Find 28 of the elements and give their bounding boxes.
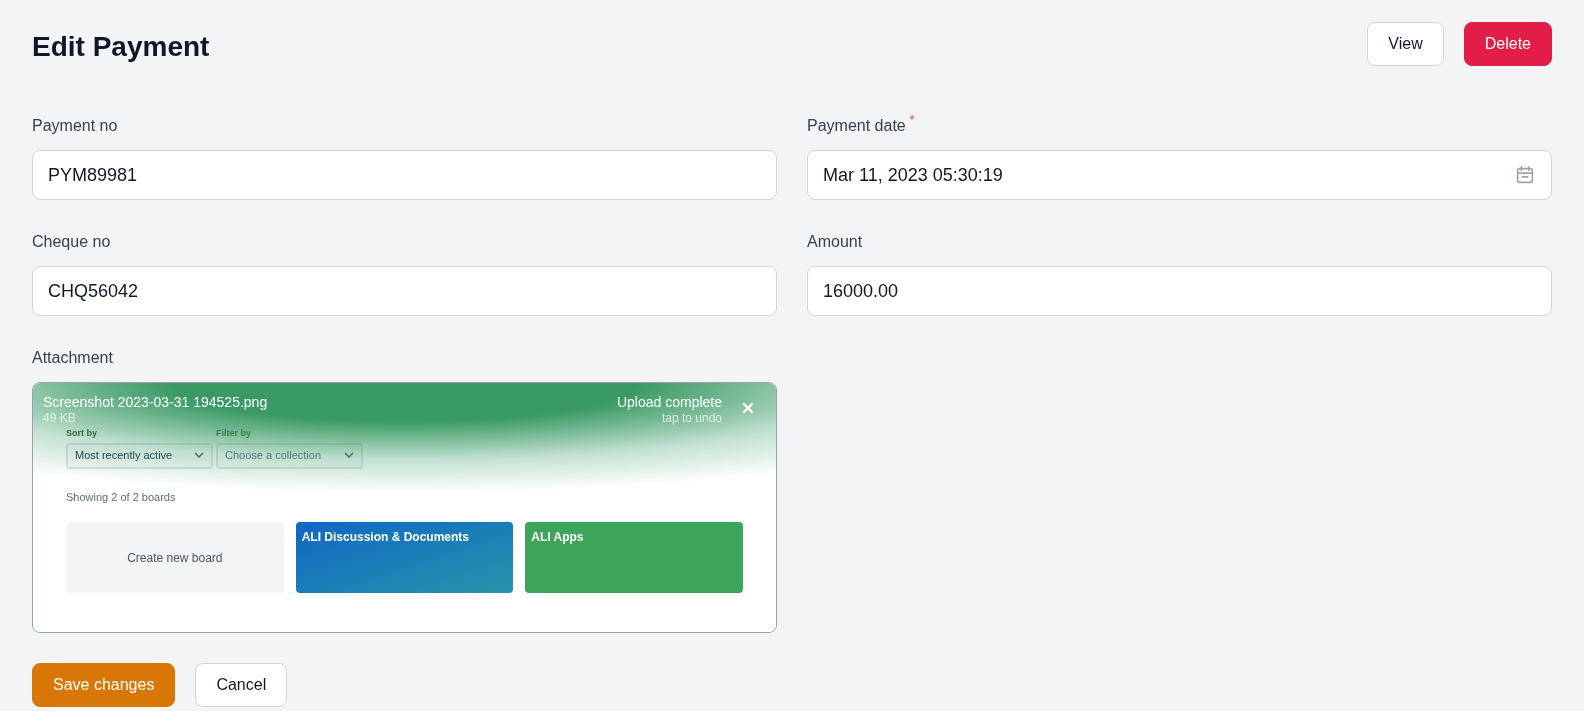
input-field[interactable]: CHQ56042 [32, 266, 777, 316]
sort-label: Sort by [66, 427, 98, 440]
required-mark: * [909, 114, 915, 126]
board-count: Showing 2 of 2 boards [66, 489, 177, 505]
cancel-button[interactable]: Cancel [195, 663, 288, 707]
input-field[interactable]: 16000.00 [807, 266, 1552, 316]
page-title: Edit Payment [32, 30, 210, 64]
chevron-down-icon [194, 452, 204, 459]
field-label: Payment date [807, 116, 906, 136]
close-button[interactable] [740, 400, 756, 416]
field-label: Cheque no [32, 232, 111, 252]
board-tile: Create new board [66, 522, 284, 593]
chevron-down-icon [344, 452, 354, 459]
file-size: 49 KB [43, 411, 77, 425]
field-label: Amount [807, 232, 863, 252]
board-tile: ALI Discussion & Documents [295, 522, 514, 593]
input-field[interactable]: Mar 11, 2023 05:30:19 [807, 150, 1552, 200]
filter-label: Filter by [216, 427, 252, 440]
file-name: Screenshot 2023-03-31 194525.png [43, 394, 268, 411]
field-label: Payment no [32, 116, 118, 136]
board-tile: ALI Apps [525, 522, 743, 593]
calendar-icon [1514, 164, 1536, 186]
field-label: Attachment [32, 348, 114, 368]
upload-status: Upload complete [616, 394, 722, 411]
view-button[interactable]: View [1367, 22, 1444, 66]
close-icon [742, 402, 754, 414]
delete-button[interactable]: Delete [1463, 22, 1552, 66]
input-field[interactable]: PYM89981 [32, 150, 777, 200]
